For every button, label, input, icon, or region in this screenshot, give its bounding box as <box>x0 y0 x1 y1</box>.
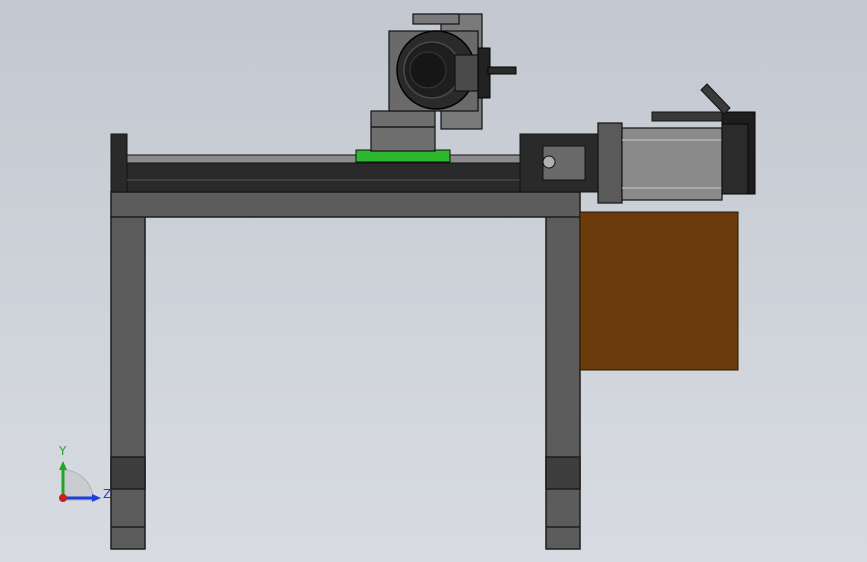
rotary-head-disc-center <box>409 51 447 89</box>
rotary-head-shaft[interactable] <box>487 66 517 75</box>
triad-origin <box>59 494 67 502</box>
electrical-box[interactable] <box>579 211 739 371</box>
frame-left-leg[interactable] <box>110 215 146 550</box>
motor-connector-stub[interactable] <box>700 83 731 115</box>
triad-z-label: Z <box>103 487 111 501</box>
motor-encoder-band <box>721 123 749 195</box>
triad-quadrant <box>62 469 94 501</box>
motor-connector-cable[interactable] <box>651 111 723 122</box>
rail-top-cover <box>126 154 523 164</box>
rail-body[interactable] <box>126 161 523 193</box>
triad-y-label: Y <box>58 444 67 458</box>
cad-scene[interactable]: Y Z <box>0 0 867 562</box>
carriage-plate[interactable] <box>355 149 451 163</box>
linear-module[interactable] <box>110 110 601 193</box>
motor-body[interactable] <box>621 127 723 201</box>
frame-right-leg-foot-block <box>545 456 581 490</box>
view-triad[interactable]: Y Z <box>58 444 111 502</box>
frame-table[interactable] <box>110 191 581 550</box>
carriage-block[interactable] <box>370 110 436 152</box>
triad-y-arrowhead <box>59 461 67 470</box>
rail-left-end-plate[interactable] <box>110 133 128 193</box>
coupling-hub <box>542 155 556 169</box>
triad-z-arrowhead <box>92 494 101 502</box>
rotary-head-top-clip <box>412 13 460 25</box>
motor-flange[interactable] <box>597 122 623 204</box>
frame-left-leg-foot-block <box>110 456 146 490</box>
cad-viewport[interactable]: Y Z <box>0 0 867 562</box>
servo-motor[interactable] <box>597 83 756 204</box>
frame-right-leg[interactable] <box>545 215 581 550</box>
frame-top-beam[interactable] <box>110 191 581 218</box>
